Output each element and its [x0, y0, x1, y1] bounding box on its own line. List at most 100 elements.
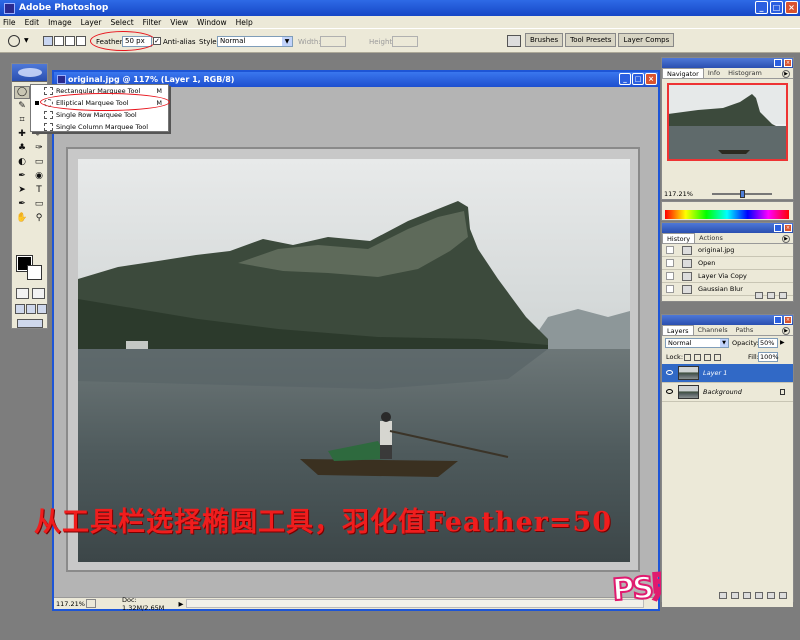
lock-all-icon[interactable]: [714, 354, 721, 361]
blur-tool-icon[interactable]: ✒: [14, 170, 30, 183]
lasso-tool-icon[interactable]: ✎: [14, 100, 30, 113]
hand-tool-icon[interactable]: ✋: [14, 212, 30, 225]
dodge-tool-icon[interactable]: ◉: [31, 170, 47, 183]
style-select[interactable]: Normal ▼: [217, 36, 293, 47]
quick-mask-button[interactable]: [32, 288, 45, 299]
well-tab-tool-presets[interactable]: Tool Presets: [565, 33, 617, 47]
panel-minimize-button[interactable]: [774, 316, 782, 324]
new-snapshot-icon[interactable]: [767, 292, 775, 299]
tab-channels[interactable]: Channels: [694, 325, 732, 335]
lock-transparency-icon[interactable]: [684, 354, 691, 361]
screen-mode-full-button[interactable]: [37, 304, 47, 314]
background-color-swatch[interactable]: [27, 265, 42, 280]
new-group-icon[interactable]: [755, 592, 763, 599]
tab-navigator[interactable]: Navigator: [662, 68, 704, 78]
minimize-button[interactable]: _: [755, 1, 768, 14]
menu-file[interactable]: File: [3, 18, 16, 27]
opacity-slider-icon[interactable]: ▶: [780, 339, 785, 346]
history-item[interactable]: Open: [662, 257, 793, 270]
tab-paths[interactable]: Paths: [732, 325, 758, 335]
menu-help[interactable]: Help: [236, 18, 253, 27]
eye-icon[interactable]: [666, 389, 673, 394]
intersect-selection-button[interactable]: [76, 36, 86, 46]
marquee-tool-icon[interactable]: ◯: [14, 86, 30, 99]
tab-history[interactable]: History: [662, 233, 696, 243]
clone-stamp-icon[interactable]: ♣: [14, 142, 30, 155]
lock-pixels-icon[interactable]: [694, 354, 701, 361]
blend-mode-select[interactable]: Normal ▼: [665, 338, 729, 348]
tab-layers[interactable]: Layers: [662, 325, 694, 335]
opacity-input[interactable]: 50%: [758, 338, 778, 348]
maximize-button[interactable]: □: [770, 1, 783, 14]
tab-actions[interactable]: Actions: [695, 233, 727, 243]
menu-select[interactable]: Select: [111, 18, 134, 27]
history-brush-icon[interactable]: ✑: [31, 142, 47, 155]
screen-mode-full-menu-button[interactable]: [26, 304, 36, 314]
fill-input[interactable]: 100%: [758, 352, 779, 362]
layer-row-layer-1[interactable]: Layer 1: [662, 364, 793, 383]
gradient-tool-icon[interactable]: ▭: [31, 156, 47, 169]
doc-close-button[interactable]: ×: [645, 73, 657, 85]
menu-image[interactable]: Image: [48, 18, 72, 27]
standard-mode-button[interactable]: [16, 288, 29, 299]
palette-menu-icon[interactable]: ▶: [782, 327, 790, 335]
status-menu-arrow-icon[interactable]: ▶: [176, 600, 186, 608]
new-layer-icon[interactable]: [767, 592, 775, 599]
panel-close-button[interactable]: ×: [784, 316, 792, 324]
eraser-tool-icon[interactable]: ◐: [14, 156, 30, 169]
screen-mode-standard-button[interactable]: [15, 304, 25, 314]
layer-style-icon[interactable]: [731, 592, 739, 599]
new-selection-button[interactable]: [43, 36, 53, 46]
panel-close-button[interactable]: ×: [784, 224, 792, 232]
elliptical-marquee-icon[interactable]: [8, 35, 20, 47]
antialias-checkbox[interactable]: ✓: [153, 37, 161, 45]
history-source-checkbox[interactable]: [666, 246, 674, 254]
history-item[interactable]: original.jpg: [662, 244, 793, 257]
tool-preset-dropdown-icon[interactable]: ▼: [24, 37, 29, 44]
crop-tool-icon[interactable]: ⌗: [14, 114, 30, 127]
tab-info[interactable]: Info: [704, 68, 724, 78]
navigator-view-box[interactable]: [667, 83, 788, 161]
color-spectrum[interactable]: [665, 210, 789, 219]
layer-mask-icon[interactable]: [743, 592, 751, 599]
menu-filter[interactable]: Filter: [143, 18, 162, 27]
type-tool-icon[interactable]: T: [31, 184, 47, 197]
shape-tool-icon[interactable]: ▭: [31, 198, 47, 211]
horizontal-scrollbar[interactable]: [186, 599, 644, 608]
menu-edit[interactable]: Edit: [25, 18, 40, 27]
jump-to-imageready-button[interactable]: [17, 319, 43, 328]
layer-row-background[interactable]: Background: [662, 383, 793, 402]
doc-maximize-button[interactable]: □: [632, 73, 644, 85]
menu-layer[interactable]: Layer: [81, 18, 102, 27]
panel-minimize-button[interactable]: [774, 224, 782, 232]
trash-icon[interactable]: [779, 592, 787, 599]
zoom-tool-icon[interactable]: ⚲: [31, 212, 47, 225]
zoom-level[interactable]: 117.21%: [54, 600, 85, 608]
subtract-selection-button[interactable]: [65, 36, 75, 46]
healing-brush-icon[interactable]: ✚: [14, 128, 30, 141]
flyout-item-single-column[interactable]: Single Column Marquee Tool: [31, 121, 168, 133]
path-selection-icon[interactable]: ➤: [14, 184, 30, 197]
history-source-checkbox[interactable]: [666, 272, 674, 280]
well-tab-brushes[interactable]: Brushes: [525, 33, 564, 47]
link-layers-icon[interactable]: [719, 592, 727, 599]
navigator-zoom-value[interactable]: 117.21%: [664, 190, 693, 198]
navigator-zoom-slider-handle[interactable]: [740, 190, 745, 198]
eye-icon[interactable]: [666, 370, 673, 375]
menu-window[interactable]: Window: [197, 18, 227, 27]
doc-minimize-button[interactable]: _: [619, 73, 631, 85]
tab-histogram[interactable]: Histogram: [724, 68, 766, 78]
well-tab-layer-comps[interactable]: Layer Comps: [618, 33, 675, 47]
lock-position-icon[interactable]: [704, 354, 711, 361]
close-button[interactable]: ×: [785, 1, 798, 14]
palette-menu-icon[interactable]: ▶: [782, 235, 790, 243]
panel-minimize-button[interactable]: [774, 59, 782, 67]
new-document-icon[interactable]: [755, 292, 763, 299]
pen-tool-icon[interactable]: ✒: [14, 198, 30, 211]
palette-menu-icon[interactable]: ▶: [782, 70, 790, 78]
add-selection-button[interactable]: [54, 36, 64, 46]
menu-view[interactable]: View: [170, 18, 188, 27]
trash-icon[interactable]: [779, 292, 787, 299]
history-item[interactable]: Layer Via Copy: [662, 270, 793, 283]
history-source-checkbox[interactable]: [666, 259, 674, 267]
